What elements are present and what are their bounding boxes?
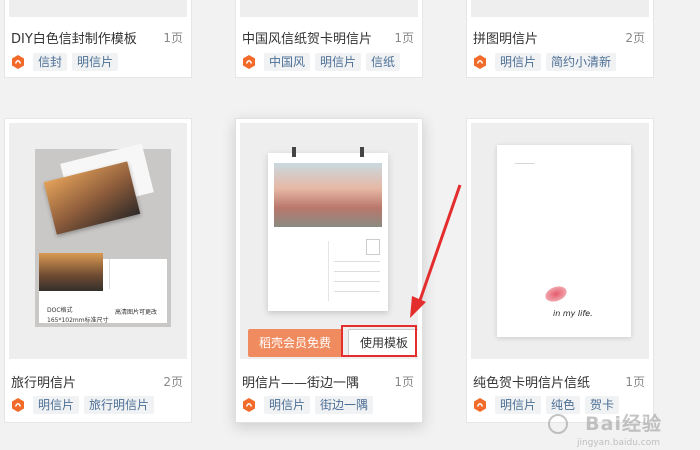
baidu-paw-icon bbox=[548, 414, 568, 434]
watermark-url: jingyan.baidu.com bbox=[576, 438, 660, 448]
watermark: Bai经验 bbox=[585, 413, 662, 435]
annotation-arrow-icon bbox=[410, 184, 462, 318]
